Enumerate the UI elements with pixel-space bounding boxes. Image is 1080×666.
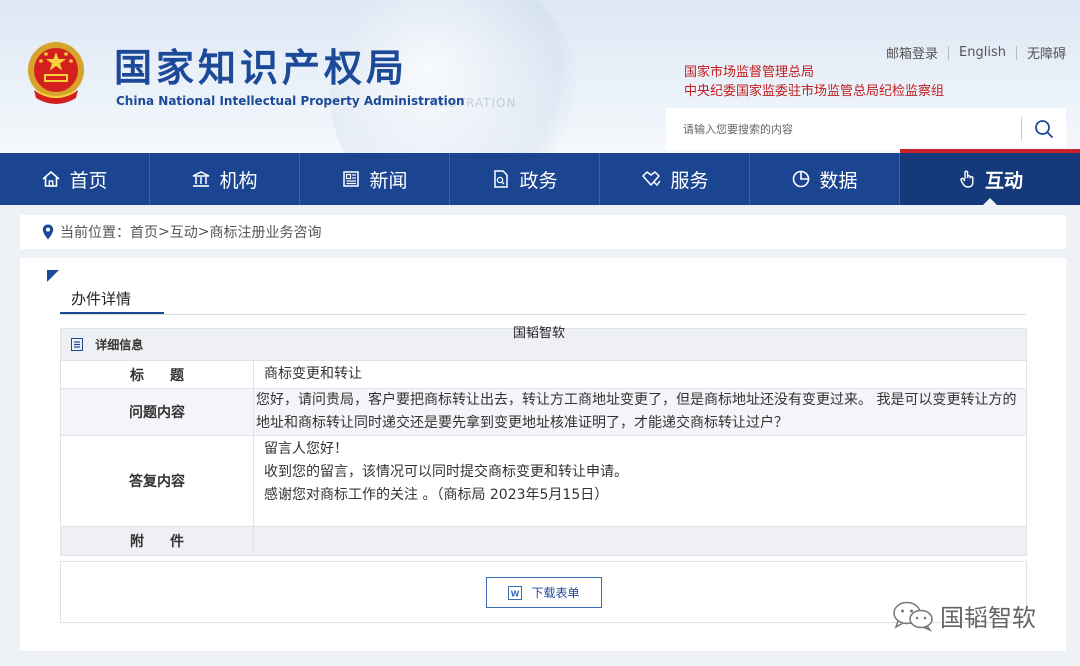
nav-item-home[interactable]: 首页	[0, 153, 150, 205]
table-row: 标题 商标变更和转让	[60, 360, 1027, 389]
samr-link[interactable]: 国家市场监督管理总局	[684, 63, 944, 82]
discipline-inspection-link[interactable]: 中央纪委国家监委驻市场监管总局纪检监察组	[684, 82, 944, 101]
breadcrumb-separator: >	[158, 224, 170, 240]
nav-label: 数据	[819, 169, 858, 192]
attachment-label: 附件	[130, 534, 210, 550]
answer-label: 答复内容	[60, 435, 254, 527]
breadcrumb: 当前位置： 首页 > 互动 > 商标注册业务咨询	[20, 215, 1066, 249]
svg-text:W: W	[511, 589, 520, 598]
nav-label: 新闻	[369, 169, 408, 192]
service-icon	[640, 169, 662, 189]
breadcrumb-separator: >	[197, 224, 210, 240]
nav-item-interaction[interactable]: 互动	[900, 149, 1080, 205]
nav-item-institution[interactable]: 机构	[150, 153, 300, 205]
download-form-button[interactable]: W 下载表单	[486, 577, 602, 608]
wechat-icon	[892, 600, 934, 632]
nav-item-news[interactable]: 新闻	[300, 153, 450, 205]
attachment-value	[253, 526, 1027, 556]
breadcrumb-interaction[interactable]: 互动	[170, 222, 198, 242]
table-row: 答复内容 留言人您好！ 收到您的留言，该情况可以同时提交商标变更和转让申请。 感…	[60, 435, 1027, 527]
wechat-watermark-text: 国韬智软	[940, 604, 1036, 632]
nav-label: 互动	[984, 169, 1023, 192]
download-area: W 下载表单	[60, 561, 1027, 623]
detail-panel: 办件详情 详细信息 标题 商标变更和转让 问题内容 您好，请问贵局，客户要把商标…	[20, 258, 1066, 651]
tab-underline	[60, 314, 1026, 315]
search-bar	[666, 108, 1066, 150]
nav-label: 机构	[219, 169, 258, 192]
nav-item-services[interactable]: 服务	[600, 153, 750, 205]
nav-item-government-affairs[interactable]: 政务	[450, 153, 600, 205]
breadcrumb-prefix: 当前位置：	[60, 225, 130, 241]
answer-value: 留言人您好！ 收到您的留言，该情况可以同时提交商标变更和转让申请。 感谢您对商标…	[253, 435, 1027, 527]
related-agency-links: 国家市场监督管理总局 中央纪委国家监委驻市场监管总局纪检监察组	[684, 63, 944, 101]
tab-case-details[interactable]: 办件详情	[60, 284, 164, 314]
question-value: 您好，请问贵局，客户要把商标转让出去，转让方工商地址变更了，但是商标地址还没有变…	[253, 388, 1027, 436]
location-pin-icon	[42, 224, 54, 240]
document-icon	[491, 169, 511, 189]
institution-icon	[191, 169, 211, 189]
home-icon	[41, 169, 61, 189]
title-value: 商标变更和转让	[253, 360, 1027, 389]
search-icon	[1035, 120, 1054, 139]
top-links: 邮箱登录 English 无障碍	[876, 43, 1066, 62]
hand-icon	[957, 169, 977, 189]
answer-line: 感谢您对商标工作的关注 。（商标局 2023年5月15日）	[264, 487, 609, 503]
breadcrumb-current[interactable]: 商标注册业务咨询	[209, 222, 321, 242]
question-label: 问题内容	[60, 388, 254, 436]
download-label: 下载表单	[531, 586, 580, 600]
wechat-watermark: 国韬智软	[892, 598, 1036, 633]
answer-line: 收到您的留言，该情况可以同时提交商标变更和转让申请。	[264, 464, 628, 480]
answer-line: 留言人您好！	[264, 441, 348, 457]
table-row: 问题内容 您好，请问贵局，客户要把商标转让出去，转让方工商地址变更了，但是商标地…	[60, 388, 1027, 436]
breadcrumb-home[interactable]: 首页	[130, 222, 158, 242]
search-button[interactable]	[1022, 108, 1066, 150]
accessibility-link[interactable]: 无障碍	[1017, 43, 1066, 62]
national-emblem-logo[interactable]	[24, 40, 88, 108]
title-label: 标题	[130, 367, 210, 384]
nav-item-data[interactable]: 数据	[750, 153, 900, 205]
detail-table: 详细信息 标题 商标变更和转让 问题内容 您好，请问贵局，客户要把商标转让出去，…	[60, 328, 1027, 556]
nav-label: 政务	[519, 169, 558, 192]
corner-marker	[47, 270, 59, 282]
site-title-en[interactable]: China National Intellectual Property Adm…	[116, 94, 465, 108]
site-title-cn[interactable]: 国家知识产权局	[114, 44, 408, 92]
list-icon	[71, 337, 83, 354]
newspaper-icon	[341, 169, 361, 189]
word-file-icon: W	[508, 585, 523, 600]
english-link[interactable]: English	[949, 45, 1016, 60]
table-row: 附件	[60, 526, 1027, 556]
search-input[interactable]	[666, 108, 1021, 150]
mail-login-link[interactable]: 邮箱登录	[876, 43, 948, 62]
pie-chart-icon	[791, 169, 811, 189]
site-header: INISTRATION 国家知识产权局 China National Intel…	[0, 0, 1080, 153]
watermark-text: 国韬智软	[513, 326, 566, 341]
nav-label: 服务	[670, 169, 709, 192]
main-nav: 首页 机构 新闻 政务 服务 数据 互动	[0, 149, 1080, 205]
section-header: 详细信息	[95, 337, 144, 352]
nav-label: 首页	[69, 169, 108, 192]
